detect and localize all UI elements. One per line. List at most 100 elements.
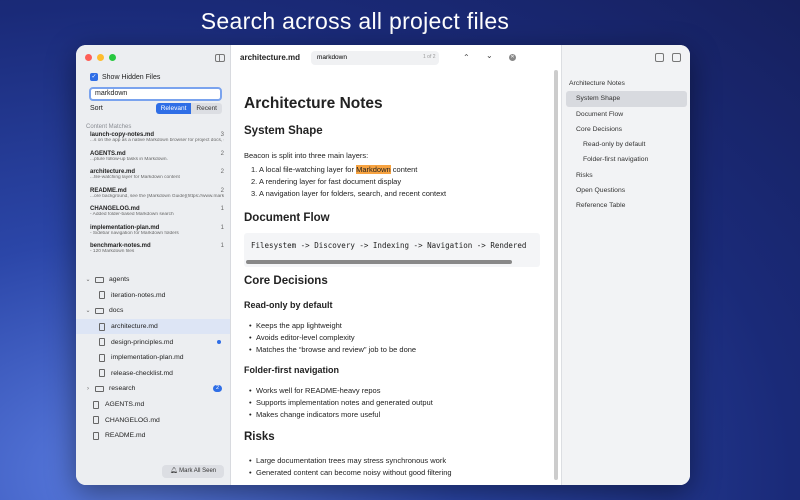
document-icon bbox=[99, 353, 105, 362]
match-snippet: ...ore background, see the [Markdown Gui… bbox=[90, 193, 224, 199]
document-scrollbar[interactable] bbox=[554, 70, 558, 480]
minimize-window-button[interactable] bbox=[97, 54, 104, 61]
list-text-rest: content bbox=[390, 165, 418, 174]
changed-dot-icon bbox=[217, 340, 221, 345]
window-controls bbox=[85, 54, 116, 61]
match-item[interactable]: architecture.md 2 ...file-watching layer f… bbox=[90, 169, 224, 188]
match-count: 1 bbox=[220, 206, 224, 212]
outline-item[interactable]: Document Flow bbox=[566, 107, 687, 122]
search-input[interactable]: markdown bbox=[89, 87, 222, 101]
match-item[interactable]: launch-copy-notes.md 3 ...s on the app as … bbox=[90, 132, 224, 151]
match-count: 2 bbox=[220, 150, 224, 157]
bullet-item: Generated content can become noisy witho… bbox=[249, 468, 452, 477]
find-next-icon[interactable]: ⌄ bbox=[486, 51, 493, 60]
sidebar-toggle-icon[interactable] bbox=[215, 54, 225, 62]
sort-recent-button[interactable]: Recent bbox=[191, 103, 222, 114]
match-item[interactable]: AGENTS.md 2 ...pture follow-up tasks in Ma… bbox=[90, 151, 224, 170]
tree-file[interactable]: design-principles.md bbox=[76, 334, 230, 350]
outline-item[interactable]: Read-only by default bbox=[566, 137, 687, 152]
chevron-right-icon[interactable]: › bbox=[84, 386, 92, 392]
tree-file[interactable]: CHANGELOG.md bbox=[76, 412, 230, 428]
document-icon bbox=[99, 369, 105, 378]
heading-architecture-notes: Architecture Notes bbox=[244, 95, 383, 112]
app-window: ✓ Show Hidden Files markdown Sort Releva… bbox=[76, 45, 690, 485]
outline-item[interactable]: Architecture Notes bbox=[566, 76, 687, 91]
match-item[interactable]: implementation-plan.md 1- Sidebar navigat… bbox=[90, 225, 224, 244]
outline-item[interactable]: Folder-first navigation bbox=[566, 152, 687, 167]
sort-relevant-button[interactable]: Relevant bbox=[155, 103, 192, 114]
folder-icon bbox=[95, 385, 104, 392]
sidebar: ✓ Show Hidden Files markdown Sort Releva… bbox=[76, 45, 231, 485]
checkmark-icon[interactable]: ✓ bbox=[90, 73, 98, 81]
tree-label: iteration-notes.md bbox=[111, 291, 166, 299]
outline-item[interactable]: Risks bbox=[566, 168, 687, 183]
tree-file[interactable]: architecture.md bbox=[76, 318, 230, 335]
list-text: A navigation layer for folders, search, … bbox=[258, 189, 447, 198]
tree-label: research bbox=[109, 385, 136, 393]
tree-folder[interactable]: ⌄ agents bbox=[76, 272, 230, 288]
match-item[interactable]: README.md 2 ...ore background, see the [Ma… bbox=[90, 188, 224, 207]
outline-list: Architecture Notes System Shape Document F… bbox=[566, 76, 687, 214]
document-pane: architecture.md markdown 1 of 2 ⌃ ⌄ ✕ Ar… bbox=[231, 45, 561, 485]
tree-folder[interactable]: ⌄ docs bbox=[76, 303, 230, 319]
match-count: 1 bbox=[220, 243, 224, 249]
intro-paragraph: Beacon is split into three main layers: bbox=[244, 151, 369, 160]
find-input[interactable]: markdown bbox=[311, 51, 439, 65]
outline-item[interactable]: Core Decisions bbox=[566, 122, 687, 137]
outline-pane: Architecture Notes System Shape Document F… bbox=[561, 45, 690, 485]
heading-risks: Risks bbox=[244, 431, 275, 443]
bullet-item: Works well for README-heavy repos bbox=[249, 386, 381, 395]
heading-folder-first: Folder-first navigation bbox=[244, 365, 340, 375]
match-item[interactable]: benchmark-notes.md 1- 120 Markdown files bbox=[90, 243, 224, 262]
show-hidden-files-toggle[interactable]: ✓ Show Hidden Files bbox=[90, 73, 160, 81]
document-title: architecture.md bbox=[240, 53, 301, 62]
edit-icon[interactable] bbox=[655, 53, 664, 62]
heading-core-decisions: Core Decisions bbox=[244, 275, 328, 287]
heading-system-shape: System Shape bbox=[244, 125, 323, 137]
tree-file[interactable]: iteration-notes.md bbox=[76, 288, 230, 304]
find-previous-icon[interactable]: ⌃ bbox=[463, 53, 470, 62]
file-tree: ⌄ agents iteration-notes.md ⌄ docs architectu… bbox=[76, 272, 230, 444]
match-snippet: ...file-watching layer for Markdown cont… bbox=[90, 175, 180, 180]
mark-all-seen-button[interactable]: 🔔︎ Mark All Seen bbox=[162, 465, 224, 478]
list-number: 3. bbox=[251, 189, 259, 198]
outline-toolbar bbox=[655, 53, 681, 62]
tree-label: docs bbox=[109, 307, 124, 315]
match-item[interactable]: CHANGELOG.md 1- Added folder-based Markdo… bbox=[90, 206, 224, 225]
match-snippet: ...s on the app as a native Markdown bro… bbox=[90, 138, 224, 143]
chevron-down-icon[interactable]: ⌄ bbox=[84, 276, 92, 283]
search-highlight: Markdown bbox=[356, 165, 391, 174]
sort-label: Sort bbox=[90, 105, 103, 112]
document-icon bbox=[93, 400, 99, 409]
ordered-list-item: 3. A navigation layer for folders, searc… bbox=[251, 189, 446, 198]
clear-find-icon[interactable]: ✕ bbox=[509, 54, 516, 61]
folder-icon bbox=[95, 307, 104, 314]
zoom-window-button[interactable] bbox=[109, 54, 116, 61]
sort-row: Sort Relevant Recent bbox=[90, 103, 222, 114]
heading-document-flow: Document Flow bbox=[244, 212, 330, 224]
outline-item[interactable]: Open Questions bbox=[566, 183, 687, 198]
ordered-list-item: 1. A local file-watching layer for Markd… bbox=[251, 165, 417, 174]
document-icon bbox=[99, 338, 105, 347]
content-matches-list: launch-copy-notes.md 3 ...s on the app as … bbox=[90, 132, 224, 262]
tree-file[interactable]: release-checklist.md bbox=[76, 366, 230, 382]
close-window-button[interactable] bbox=[85, 54, 92, 61]
outline-item[interactable]: Reference Table bbox=[566, 198, 687, 213]
tree-file[interactable]: README.md bbox=[76, 428, 230, 444]
tree-label: CHANGELOG.md bbox=[105, 416, 160, 424]
tree-label: agents bbox=[109, 276, 130, 284]
document-icon bbox=[99, 322, 105, 331]
inspector-toggle-icon[interactable] bbox=[672, 53, 681, 62]
match-snippet: ...pture follow-up tasks in Markdown. bbox=[90, 156, 168, 162]
find-count: 1 of 2 bbox=[423, 54, 436, 60]
tree-label: AGENTS.md bbox=[105, 401, 145, 409]
tree-file[interactable]: AGENTS.md bbox=[76, 397, 230, 413]
bullet-item: Avoids editor-level complexity bbox=[249, 333, 355, 342]
chevron-down-icon[interactable]: ⌄ bbox=[84, 307, 92, 314]
tree-folder[interactable]: › research 2 bbox=[76, 381, 230, 397]
outline-item[interactable]: System Shape bbox=[566, 91, 687, 107]
tree-file[interactable]: implementation-plan.md bbox=[76, 350, 230, 366]
heading-read-only: Read-only by default bbox=[244, 300, 333, 310]
code-scrollbar[interactable] bbox=[246, 260, 512, 264]
list-text: A rendering layer for fast document disp… bbox=[258, 177, 402, 186]
